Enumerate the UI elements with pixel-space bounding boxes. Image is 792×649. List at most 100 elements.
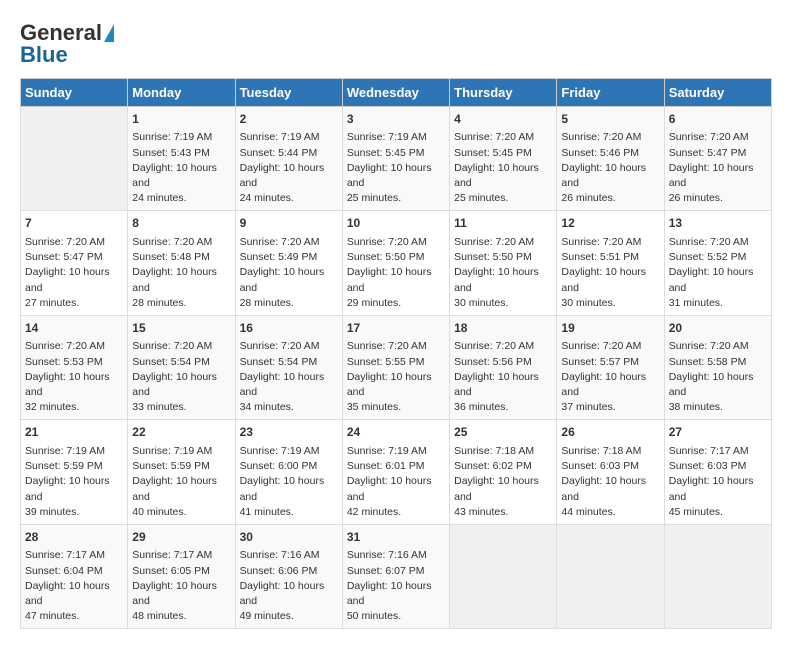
day-number: 27 xyxy=(669,424,767,441)
day-number: 3 xyxy=(347,111,445,128)
daylight-text: Daylight: 10 hours and xyxy=(240,265,338,295)
calendar-cell: 2Sunrise: 7:19 AMSunset: 5:44 PMDaylight… xyxy=(235,107,342,211)
column-header-monday: Monday xyxy=(128,79,235,107)
sunset-text: Sunset: 5:45 PM xyxy=(454,146,552,161)
sunrise-text: Sunrise: 7:20 AM xyxy=(132,235,230,250)
sunset-text: Sunset: 5:50 PM xyxy=(454,250,552,265)
day-number: 12 xyxy=(561,215,659,232)
sunrise-text: Sunrise: 7:16 AM xyxy=(347,548,445,563)
daylight-text-cont: 29 minutes. xyxy=(347,296,445,311)
day-number: 6 xyxy=(669,111,767,128)
sunrise-text: Sunrise: 7:16 AM xyxy=(240,548,338,563)
daylight-text-cont: 38 minutes. xyxy=(669,400,767,415)
page-header: General Blue xyxy=(20,20,772,68)
day-number: 19 xyxy=(561,320,659,337)
daylight-text: Daylight: 10 hours and xyxy=(454,265,552,295)
calendar-week-4: 21Sunrise: 7:19 AMSunset: 5:59 PMDayligh… xyxy=(21,420,772,524)
calendar-cell xyxy=(21,107,128,211)
calendar-body: 1Sunrise: 7:19 AMSunset: 5:43 PMDaylight… xyxy=(21,107,772,629)
sunset-text: Sunset: 5:57 PM xyxy=(561,355,659,370)
sunset-text: Sunset: 5:46 PM xyxy=(561,146,659,161)
calendar-cell: 16Sunrise: 7:20 AMSunset: 5:54 PMDayligh… xyxy=(235,315,342,419)
day-number: 7 xyxy=(25,215,123,232)
daylight-text-cont: 26 minutes. xyxy=(561,191,659,206)
sunrise-text: Sunrise: 7:20 AM xyxy=(454,235,552,250)
calendar-week-5: 28Sunrise: 7:17 AMSunset: 6:04 PMDayligh… xyxy=(21,524,772,628)
daylight-text-cont: 35 minutes. xyxy=(347,400,445,415)
daylight-text: Daylight: 10 hours and xyxy=(132,265,230,295)
sunrise-text: Sunrise: 7:19 AM xyxy=(347,444,445,459)
sunset-text: Sunset: 6:02 PM xyxy=(454,459,552,474)
daylight-text: Daylight: 10 hours and xyxy=(240,474,338,504)
sunset-text: Sunset: 5:50 PM xyxy=(347,250,445,265)
daylight-text-cont: 34 minutes. xyxy=(240,400,338,415)
sunrise-text: Sunrise: 7:20 AM xyxy=(240,235,338,250)
daylight-text: Daylight: 10 hours and xyxy=(561,370,659,400)
sunrise-text: Sunrise: 7:19 AM xyxy=(240,130,338,145)
day-number: 17 xyxy=(347,320,445,337)
sunrise-text: Sunrise: 7:19 AM xyxy=(25,444,123,459)
sunrise-text: Sunrise: 7:17 AM xyxy=(669,444,767,459)
day-number: 25 xyxy=(454,424,552,441)
sunrise-text: Sunrise: 7:18 AM xyxy=(561,444,659,459)
calendar-cell: 14Sunrise: 7:20 AMSunset: 5:53 PMDayligh… xyxy=(21,315,128,419)
sunset-text: Sunset: 5:51 PM xyxy=(561,250,659,265)
sunset-text: Sunset: 5:53 PM xyxy=(25,355,123,370)
sunrise-text: Sunrise: 7:17 AM xyxy=(25,548,123,563)
sunrise-text: Sunrise: 7:19 AM xyxy=(347,130,445,145)
daylight-text-cont: 45 minutes. xyxy=(669,505,767,520)
daylight-text-cont: 28 minutes. xyxy=(240,296,338,311)
calendar-cell: 31Sunrise: 7:16 AMSunset: 6:07 PMDayligh… xyxy=(342,524,449,628)
daylight-text: Daylight: 10 hours and xyxy=(347,370,445,400)
calendar-cell: 28Sunrise: 7:17 AMSunset: 6:04 PMDayligh… xyxy=(21,524,128,628)
daylight-text-cont: 40 minutes. xyxy=(132,505,230,520)
daylight-text-cont: 32 minutes. xyxy=(25,400,123,415)
calendar-week-1: 1Sunrise: 7:19 AMSunset: 5:43 PMDaylight… xyxy=(21,107,772,211)
daylight-text-cont: 28 minutes. xyxy=(132,296,230,311)
day-number: 4 xyxy=(454,111,552,128)
daylight-text-cont: 50 minutes. xyxy=(347,609,445,624)
daylight-text: Daylight: 10 hours and xyxy=(25,579,123,609)
day-number: 30 xyxy=(240,529,338,546)
day-number: 28 xyxy=(25,529,123,546)
daylight-text: Daylight: 10 hours and xyxy=(454,370,552,400)
sunrise-text: Sunrise: 7:19 AM xyxy=(132,130,230,145)
daylight-text-cont: 24 minutes. xyxy=(132,191,230,206)
sunrise-text: Sunrise: 7:20 AM xyxy=(240,339,338,354)
logo: General Blue xyxy=(20,20,114,68)
column-header-tuesday: Tuesday xyxy=(235,79,342,107)
calendar-cell: 25Sunrise: 7:18 AMSunset: 6:02 PMDayligh… xyxy=(450,420,557,524)
daylight-text: Daylight: 10 hours and xyxy=(669,265,767,295)
daylight-text-cont: 31 minutes. xyxy=(669,296,767,311)
sunset-text: Sunset: 5:54 PM xyxy=(240,355,338,370)
sunrise-text: Sunrise: 7:20 AM xyxy=(669,235,767,250)
calendar-cell: 3Sunrise: 7:19 AMSunset: 5:45 PMDaylight… xyxy=(342,107,449,211)
daylight-text: Daylight: 10 hours and xyxy=(561,265,659,295)
day-number: 24 xyxy=(347,424,445,441)
sunset-text: Sunset: 5:55 PM xyxy=(347,355,445,370)
daylight-text: Daylight: 10 hours and xyxy=(561,161,659,191)
daylight-text-cont: 30 minutes. xyxy=(454,296,552,311)
daylight-text-cont: 36 minutes. xyxy=(454,400,552,415)
sunrise-text: Sunrise: 7:18 AM xyxy=(454,444,552,459)
sunset-text: Sunset: 5:59 PM xyxy=(25,459,123,474)
calendar-cell: 4Sunrise: 7:20 AMSunset: 5:45 PMDaylight… xyxy=(450,107,557,211)
day-number: 5 xyxy=(561,111,659,128)
daylight-text: Daylight: 10 hours and xyxy=(132,579,230,609)
daylight-text: Daylight: 10 hours and xyxy=(25,265,123,295)
daylight-text-cont: 26 minutes. xyxy=(669,191,767,206)
day-number: 29 xyxy=(132,529,230,546)
daylight-text-cont: 48 minutes. xyxy=(132,609,230,624)
sunset-text: Sunset: 6:01 PM xyxy=(347,459,445,474)
calendar-cell: 27Sunrise: 7:17 AMSunset: 6:03 PMDayligh… xyxy=(664,420,771,524)
calendar-cell: 22Sunrise: 7:19 AMSunset: 5:59 PMDayligh… xyxy=(128,420,235,524)
logo-triangle-icon xyxy=(104,24,114,42)
calendar-week-2: 7Sunrise: 7:20 AMSunset: 5:47 PMDaylight… xyxy=(21,211,772,315)
daylight-text: Daylight: 10 hours and xyxy=(669,370,767,400)
daylight-text-cont: 49 minutes. xyxy=(240,609,338,624)
sunset-text: Sunset: 6:00 PM xyxy=(240,459,338,474)
sunset-text: Sunset: 6:03 PM xyxy=(561,459,659,474)
sunrise-text: Sunrise: 7:17 AM xyxy=(132,548,230,563)
daylight-text-cont: 27 minutes. xyxy=(25,296,123,311)
calendar-cell: 13Sunrise: 7:20 AMSunset: 5:52 PMDayligh… xyxy=(664,211,771,315)
